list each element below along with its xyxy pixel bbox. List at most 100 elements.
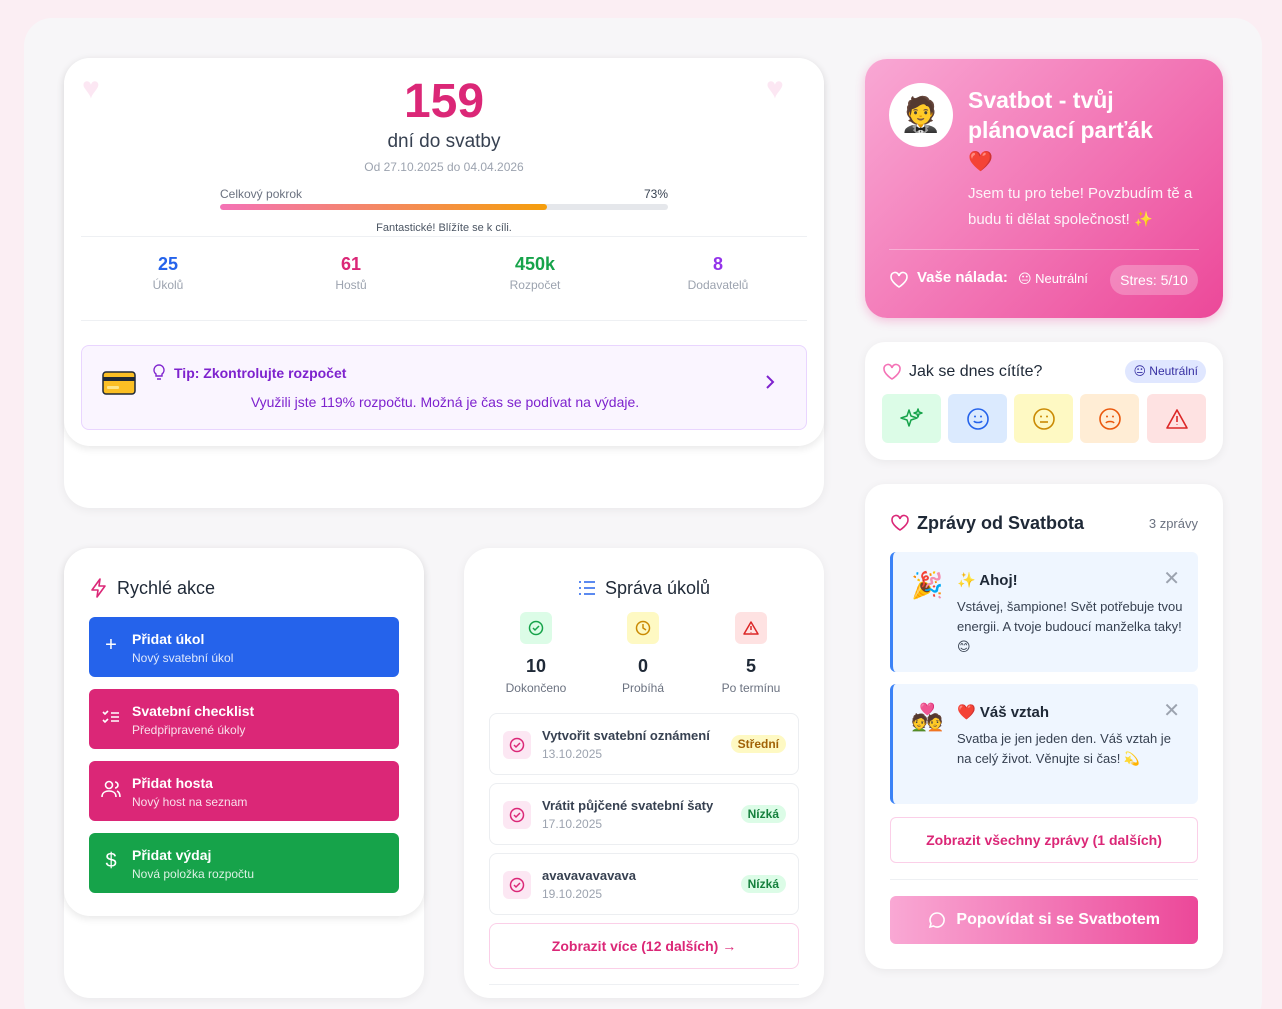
current-mood-badge: 😐 Neutrální <box>1125 360 1206 383</box>
show-more-label: Zobrazit více (12 dalších) <box>551 938 719 954</box>
task-stat-value: 5 <box>745 656 756 676</box>
meh-icon <box>1032 407 1055 430</box>
heart-emoji-icon: ❤️ <box>968 151 993 173</box>
message-title: ❤️ Váš vztah <box>957 704 1050 721</box>
wedding-checklist-button[interactable]: Svatební checklist Předpřipravené úkoly <box>89 689 399 749</box>
action-title: Přidat hosta <box>132 775 213 791</box>
messages-count: 3 zprávy <box>1148 516 1198 531</box>
show-all-messages-button[interactable]: Zobrazit všechny zprávy (1 dalších) <box>890 817 1198 863</box>
svatbot-title-text: Svatbot - tvůj plánovací parťák <box>968 87 1153 143</box>
check-circle-icon <box>520 612 552 644</box>
stat-guests[interactable]: 61 Hostů <box>281 254 421 292</box>
divider <box>81 236 807 237</box>
quick-actions-title: Rychlé akce <box>117 578 216 598</box>
task-stat-label: Probíhá <box>621 681 665 695</box>
budget-tip[interactable]: Tip: Zkontrolujte rozpočet Využili jste … <box>81 345 807 430</box>
divider <box>890 879 1198 880</box>
task-stat-label: Dokončeno <box>505 681 567 695</box>
divider <box>889 249 1199 250</box>
clock-icon <box>627 612 659 644</box>
stat-vendors[interactable]: 8 Dodavatelů <box>648 254 788 292</box>
task-check-icon[interactable] <box>503 871 531 899</box>
add-guest-button[interactable]: Přidat hosta Nový host na seznam <box>89 761 399 821</box>
task-item[interactable]: avavavavavava 19.10.2025 Nízká <box>489 853 799 915</box>
action-subtitle: Předpřipravené úkoly <box>132 723 246 737</box>
close-icon[interactable]: ✕ <box>1163 698 1180 723</box>
stat-label: Úkolů <box>152 278 184 292</box>
mood-neutral-button[interactable] <box>1014 394 1073 443</box>
lightning-icon <box>91 578 106 598</box>
task-stat-label: Po termínu <box>721 681 781 695</box>
add-expense-button[interactable]: $ Přidat výdaj Nová položka rozpočtu <box>89 833 399 893</box>
stat-budget[interactable]: 450k Rozpočet <box>465 254 605 292</box>
message-body: Svatba je jen jeden den. Váš vztah je na… <box>957 731 1171 766</box>
stat-value: 25 <box>157 254 179 274</box>
task-stat-done: 10 Dokončeno <box>491 612 581 695</box>
action-subtitle: Nový host na seznam <box>132 795 248 809</box>
task-check-icon[interactable] <box>503 731 531 759</box>
action-title: Přidat úkol <box>132 631 205 647</box>
users-icon <box>101 780 121 798</box>
messages-card: Zprávy od Svatbota 3 zprávy 🎉 ✨ Ahoj! Vs… <box>865 484 1223 969</box>
tasks-card: Správa úkolů 10 Dokončeno 0 Probíhá 5 Po… <box>464 548 824 998</box>
couple-icon: 💑 <box>911 702 944 732</box>
priority-badge: Nízká <box>740 875 786 893</box>
task-check-icon[interactable] <box>503 801 531 829</box>
divider <box>489 984 799 985</box>
progress-message: Fantastické! Blížíte se k cíli. <box>376 222 512 234</box>
progress-fill <box>220 204 548 210</box>
task-title: avavavavavava <box>542 868 636 883</box>
action-title: Svatební checklist <box>132 703 255 719</box>
tip-text: Využili jste 119% rozpočtu. Možná je čas… <box>250 394 640 410</box>
chevron-right-icon <box>766 375 775 389</box>
svatbot-avatar: 🤵 <box>889 83 953 147</box>
alert-triangle-icon <box>735 612 767 644</box>
stat-tasks[interactable]: 25 Úkolů <box>98 254 238 292</box>
mood-excited-button[interactable] <box>882 394 941 443</box>
credit-card-icon <box>102 371 136 395</box>
quick-actions-card: Rychlé akce + Přidat úkol Nový svatební … <box>64 548 424 998</box>
close-icon[interactable]: ✕ <box>1163 566 1180 591</box>
stat-label: Rozpočet <box>509 278 561 292</box>
stat-label: Dodavatelů <box>687 278 749 292</box>
add-task-button[interactable]: + Přidat úkol Nový svatební úkol <box>89 617 399 677</box>
stat-value: 61 <box>340 254 362 274</box>
lightbulb-icon <box>153 364 165 380</box>
heart-icon <box>883 363 901 380</box>
mood-question: Jak se dnes cítíte? <box>909 363 1043 380</box>
svatbot-header: 🤵 Svatbot - tvůj plánovací parťák ❤️ Jse… <box>865 59 1223 318</box>
list-icon <box>579 581 595 595</box>
svatbot-subtitle: Jsem tu pro tebe! Povzbudím tě a budu ti… <box>968 185 1193 228</box>
mood-stressed-button[interactable] <box>1147 394 1206 443</box>
action-title: Přidat výdaj <box>132 847 212 863</box>
tasks-title: Správa úkolů <box>605 578 711 598</box>
task-item[interactable]: Vrátit půjčené svatební šaty 17.10.2025 … <box>489 783 799 845</box>
chat-with-svatbot-button[interactable]: Popovídat si se Svatbotem <box>890 896 1198 944</box>
task-item[interactable]: Vytvořit svatební oznámení 13.10.2025 St… <box>489 713 799 775</box>
frown-icon <box>1098 407 1121 430</box>
mood-sad-button[interactable] <box>1080 394 1139 443</box>
stat-value: 8 <box>712 254 723 274</box>
svatbot-title: Svatbot - tvůj plánovací parťák ❤️ <box>968 85 1208 177</box>
chat-button-label: Popovídat si se Svatbotem <box>956 911 1161 928</box>
date-range: Od 27.10.2025 do 04.04.2026 <box>364 160 524 174</box>
alert-triangle-icon <box>1165 408 1188 429</box>
tip-title: Tip: Zkontrolujte rozpočet <box>174 365 347 381</box>
chat-bubble-icon <box>928 911 945 928</box>
heart-icon <box>890 271 908 288</box>
task-stat-overdue: 5 Po termínu <box>706 612 796 695</box>
countdown-card: ♥ ♥ 159 dní do svatby Od 27.10.2025 do 0… <box>64 58 824 508</box>
priority-badge: Střední <box>730 735 786 753</box>
task-date: 19.10.2025 <box>542 887 603 901</box>
mood-happy-button[interactable] <box>948 394 1007 443</box>
task-title: Vytvořit svatební oznámení <box>542 728 710 743</box>
mood-label: Vaše nálada: <box>917 269 1008 286</box>
message-title: ✨ Ahoj! <box>957 572 1018 589</box>
task-stat-in-progress: 0 Probíhá <box>598 612 688 695</box>
progress-percent: 73% <box>644 187 669 201</box>
quick-actions-panel: Rychlé akce + Přidat úkol Nový svatební … <box>64 548 424 916</box>
show-more-tasks-button[interactable]: Zobrazit více (12 dalších) → <box>489 923 799 969</box>
messages-title: Zprávy od Svatbota <box>917 513 1085 533</box>
days-label: dní do svatby <box>387 131 501 152</box>
party-popper-icon: 🎉 <box>911 570 944 600</box>
